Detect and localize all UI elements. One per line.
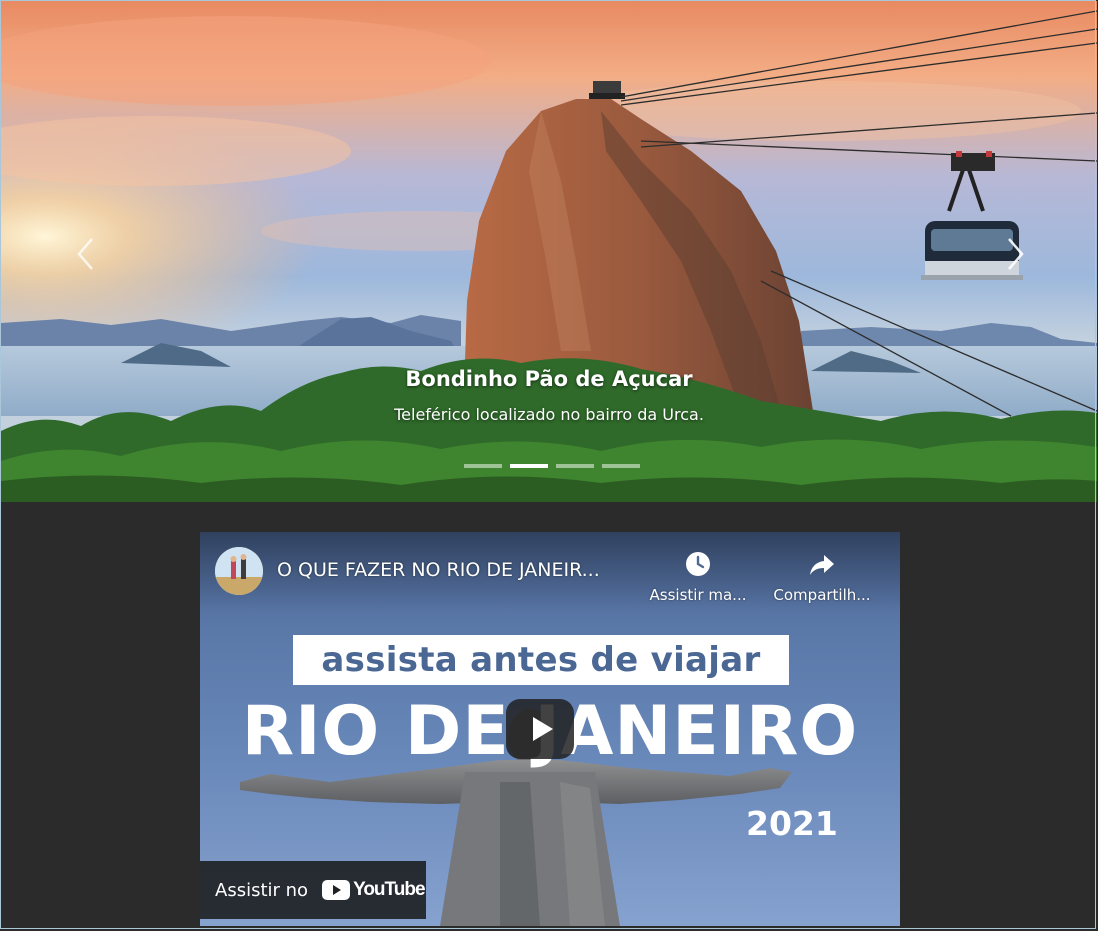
youtube-embed[interactable]: O QUE FAZER NO RIO DE JANEIR... Assistir… <box>200 532 900 926</box>
clock-icon <box>686 552 710 576</box>
carousel-indicators <box>464 464 640 468</box>
carousel-indicator-4[interactable] <box>602 464 640 468</box>
chevron-right-icon <box>1008 238 1024 270</box>
channel-avatar[interactable] <box>215 547 263 595</box>
image-carousel: Bondinho Pão de Açucar Teleférico locali… <box>1 1 1097 502</box>
carousel-caption: Bondinho Pão de Açucar Teleférico locali… <box>1 363 1097 426</box>
watch-on-youtube-button[interactable]: Assistir no YouTube <box>200 861 426 919</box>
play-icon <box>506 699 574 759</box>
video-title[interactable]: O QUE FAZER NO RIO DE JANEIR... <box>277 559 600 581</box>
slide-caption: Teleférico localizado no bairro da Urca. <box>394 405 704 424</box>
carousel-slide-image <box>1 1 1097 502</box>
youtube-play-icon <box>322 880 351 900</box>
carousel-prev-button[interactable] <box>65 229 105 279</box>
chevron-left-icon <box>77 238 93 270</box>
youtube-logo: YouTube <box>322 879 426 901</box>
watch-later-button[interactable]: Assistir ma... <box>646 550 750 604</box>
slide-title: Bondinho Pão de Açucar <box>405 367 693 391</box>
channel-avatar-image <box>215 547 263 595</box>
youtube-wordmark: YouTube <box>353 879 425 900</box>
carousel-indicator-2[interactable] <box>510 464 548 468</box>
thumbnail-banner: assista antes de viajar <box>293 635 789 685</box>
watch-later-label: Assistir ma... <box>649 586 747 604</box>
banner-text: assista antes de viajar <box>321 640 761 680</box>
share-button[interactable]: Compartilh... <box>770 550 874 604</box>
play-button[interactable] <box>506 699 574 759</box>
thumbnail-year: 2021 <box>746 804 838 843</box>
carousel-indicator-1[interactable] <box>464 464 502 468</box>
share-icon <box>810 555 834 575</box>
share-label: Compartilh... <box>773 586 871 604</box>
carousel-next-button[interactable] <box>996 229 1036 279</box>
carousel-indicator-3[interactable] <box>556 464 594 468</box>
watch-on-label: Assistir no <box>215 879 309 901</box>
